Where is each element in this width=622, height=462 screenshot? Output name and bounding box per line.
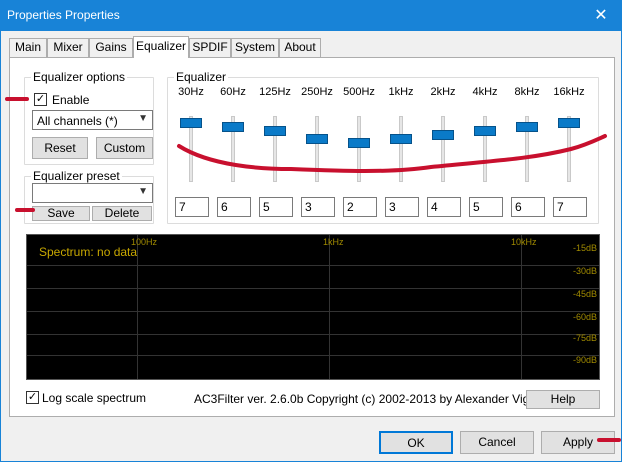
equalizer-group-label: Equalizer xyxy=(174,70,229,84)
spectrum-db-label: -45dB xyxy=(572,289,597,299)
spectrum-grid-line xyxy=(27,265,599,266)
band-frequency-label: 2kHz xyxy=(430,86,456,98)
band-value-input[interactable]: 3 xyxy=(385,197,419,217)
spectrum-status: Spectrum: no data xyxy=(39,245,138,259)
band-value-input[interactable]: 7 xyxy=(175,197,209,217)
spectrum-display: 100Hz 1kHz 10kHz -15dB -30dB -45dB -60dB… xyxy=(26,234,600,380)
title-bar: Properties Properties ✕ xyxy=(1,1,621,31)
log-scale-checkbox[interactable]: ✓ xyxy=(26,391,39,404)
window-title: Properties Properties xyxy=(7,8,120,22)
annotation-mark xyxy=(5,97,29,101)
tab-about[interactable]: About xyxy=(279,38,321,57)
spectrum-freq-label: 1kHz xyxy=(323,237,344,247)
tab-spdif[interactable]: SPDIF xyxy=(189,38,231,57)
chevron-down-icon: ▼ xyxy=(138,186,148,197)
equalizer-options-label: Equalizer options xyxy=(31,70,128,84)
band-value-input[interactable]: 6 xyxy=(217,197,251,217)
band-frequency-label: 16kHz xyxy=(553,86,585,98)
enable-checkbox[interactable]: ✓ xyxy=(34,93,47,106)
band-value-input[interactable]: 4 xyxy=(427,197,461,217)
band-frequency-label: 8kHz xyxy=(514,86,540,98)
spectrum-grid-line xyxy=(27,288,599,289)
tab-gains[interactable]: Gains xyxy=(89,38,133,57)
equalizer-preset-label: Equalizer preset xyxy=(31,169,122,183)
band-value-input[interactable]: 3 xyxy=(301,197,335,217)
channels-select-value: All channels (*) xyxy=(37,114,118,128)
spectrum-grid-line xyxy=(27,334,599,335)
spectrum-db-label: -15dB xyxy=(572,243,597,253)
enable-label: Enable xyxy=(52,93,90,107)
band-value-input[interactable]: 7 xyxy=(553,197,587,217)
annotation-curve xyxy=(177,134,607,173)
check-icon: ✓ xyxy=(27,391,38,403)
tab-mixer[interactable]: Mixer xyxy=(47,38,89,57)
band-value-input[interactable]: 5 xyxy=(469,197,503,217)
reset-button[interactable]: Reset xyxy=(32,137,88,159)
tab-system[interactable]: System xyxy=(231,38,279,57)
version-text: AC3Filter ver. 2.6.0b Copyright (c) 2002… xyxy=(194,392,560,406)
delete-button[interactable]: Delete xyxy=(92,206,152,221)
preset-select[interactable]: ▼ xyxy=(32,183,153,203)
tab-main[interactable]: Main xyxy=(9,38,47,57)
band-frequency-label: 500Hz xyxy=(343,86,375,98)
apply-button[interactable]: Apply xyxy=(541,431,615,454)
spectrum-db-label: -90dB xyxy=(572,355,597,365)
band-frequency-label: 125Hz xyxy=(259,86,291,98)
spectrum-grid-line xyxy=(521,235,522,379)
band-slider-thumb[interactable] xyxy=(180,118,202,128)
spectrum-freq-label: 10kHz xyxy=(511,237,537,247)
channels-select[interactable]: All channels (*) ▼ xyxy=(32,110,153,130)
band-value-input[interactable]: 2 xyxy=(343,197,377,217)
equalizer-page: Equalizer options ✓ Enable All channels … xyxy=(9,57,615,417)
band-frequency-label: 30Hz xyxy=(178,86,204,98)
close-icon[interactable]: ✕ xyxy=(581,1,621,31)
spectrum-db-label: -60dB xyxy=(572,312,597,322)
help-button[interactable]: Help xyxy=(526,390,600,409)
band-slider-thumb[interactable] xyxy=(558,118,580,128)
spectrum-db-label: -75dB xyxy=(572,333,597,343)
spectrum-grid-line xyxy=(329,235,330,379)
check-icon: ✓ xyxy=(35,93,46,105)
annotation-mark xyxy=(15,208,35,212)
save-button[interactable]: Save xyxy=(32,206,90,221)
spectrum-db-label: -30dB xyxy=(572,266,597,276)
band-frequency-label: 250Hz xyxy=(301,86,333,98)
log-scale-label: Log scale spectrum xyxy=(42,391,147,405)
spectrum-grid-line xyxy=(27,311,599,312)
annotation-curve-path xyxy=(177,134,607,173)
chevron-down-icon: ▼ xyxy=(138,113,148,124)
spectrum-grid-line xyxy=(137,235,138,379)
spectrum-grid-line xyxy=(27,355,599,356)
properties-window: Properties Properties ✕ Main Mixer Gains… xyxy=(0,0,622,462)
band-frequency-label: 1kHz xyxy=(388,86,414,98)
ok-button[interactable]: OK xyxy=(379,431,453,454)
band-value-input[interactable]: 6 xyxy=(511,197,545,217)
band-value-input[interactable]: 5 xyxy=(259,197,293,217)
custom-button[interactable]: Custom xyxy=(96,137,153,159)
band-frequency-label: 4kHz xyxy=(472,86,498,98)
tab-equalizer[interactable]: Equalizer xyxy=(133,36,189,58)
band-frequency-label: 60Hz xyxy=(220,86,246,98)
annotation-mark xyxy=(597,438,621,442)
cancel-button[interactable]: Cancel xyxy=(460,431,534,454)
